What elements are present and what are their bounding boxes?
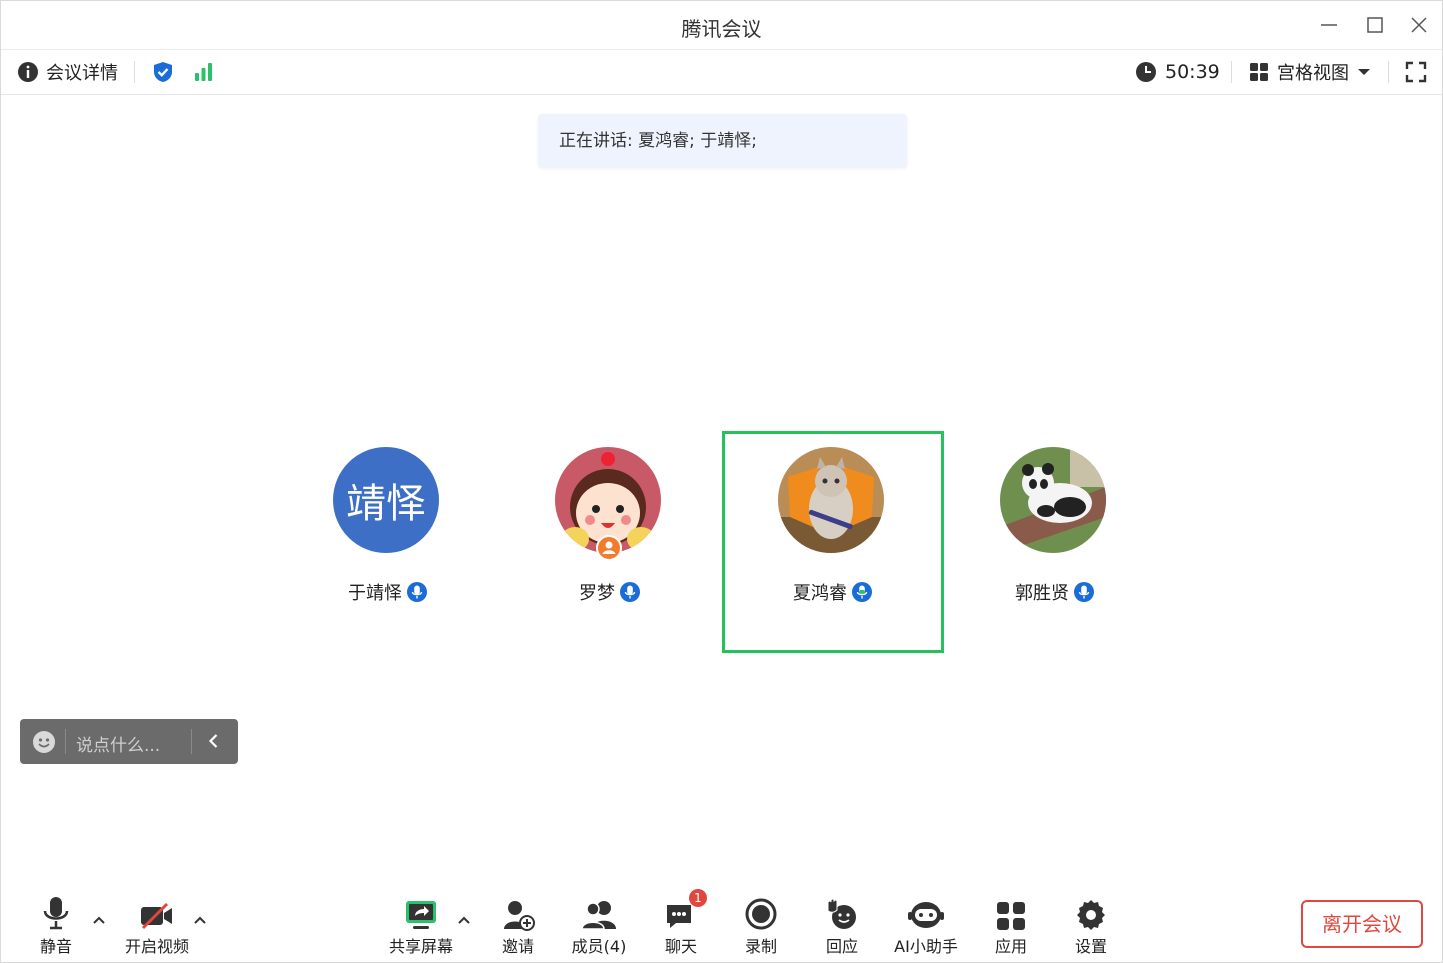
reactions-label: 回应 xyxy=(825,937,858,956)
cat-avatar-icon xyxy=(778,447,884,553)
info-bar: 会议详情 50:39 宫格视图 xyxy=(1,50,1442,95)
emoji-icon[interactable] xyxy=(32,730,56,754)
minimize-icon[interactable] xyxy=(1317,13,1341,37)
collapse-chevron-icon[interactable] xyxy=(205,732,223,750)
divider xyxy=(191,729,192,754)
share-screen-button[interactable]: 共享屏幕 xyxy=(383,891,459,957)
caret-down-icon xyxy=(1358,69,1370,75)
participant-tile[interactable]: 罗梦 xyxy=(499,431,721,653)
ai-assistant-button[interactable]: AI小助手 xyxy=(889,891,963,957)
apps-button[interactable]: 应用 xyxy=(989,891,1033,957)
avatar-initials: 靖怿 xyxy=(346,481,426,527)
participant-name-row: 罗梦 xyxy=(499,579,721,605)
share-screen-icon xyxy=(406,901,436,929)
members-icon xyxy=(581,901,616,930)
microphone-icon xyxy=(1074,582,1094,602)
security-status[interactable] xyxy=(151,50,175,94)
apps-label: 应用 xyxy=(994,937,1027,956)
gear-icon xyxy=(1077,900,1105,930)
meeting-details-button[interactable]: 会议详情 xyxy=(17,50,118,94)
quick-chat-bar[interactable]: 说点什么... xyxy=(20,719,238,764)
mute-label: 静音 xyxy=(39,937,72,956)
participant-tile[interactable]: 靖怿 于靖怿 xyxy=(277,431,499,653)
participant-tile[interactable]: 郭胜贤 xyxy=(944,431,1166,653)
chat-input[interactable]: 说点什么... xyxy=(76,731,160,756)
fullscreen-button[interactable] xyxy=(1405,50,1427,94)
microphone-icon xyxy=(43,897,69,930)
chevron-up-icon[interactable] xyxy=(457,915,471,925)
members-label: 成员(4) xyxy=(571,937,627,956)
grid-view-icon xyxy=(1250,63,1268,81)
record-icon xyxy=(745,898,777,930)
avatar xyxy=(1000,447,1106,553)
chat-button[interactable]: 聊天 1 xyxy=(659,889,707,957)
participant-name: 于靖怿 xyxy=(348,583,402,604)
participant-name-row: 夏鸿睿 xyxy=(725,579,941,605)
clock-icon xyxy=(1136,62,1156,82)
chevron-up-icon[interactable] xyxy=(92,915,106,925)
avatar: 靖怿 xyxy=(333,447,439,553)
chevron-up-icon[interactable] xyxy=(193,915,207,925)
avatar xyxy=(778,447,884,553)
meeting-details-label: 会议详情 xyxy=(46,63,118,84)
ai-assistant-label: AI小助手 xyxy=(894,937,958,956)
reaction-hand-icon xyxy=(827,898,856,929)
divider xyxy=(65,729,66,754)
speaking-banner: 正在讲话: 夏鸿睿; 于靖怿; xyxy=(538,114,907,168)
close-icon[interactable] xyxy=(1407,13,1431,37)
participant-name: 夏鸿睿 xyxy=(793,583,847,604)
maximize-icon[interactable] xyxy=(1363,13,1387,37)
video-button[interactable]: 开启视频 xyxy=(119,891,195,957)
ai-assistant-icon xyxy=(908,902,944,928)
info-icon xyxy=(18,62,38,82)
network-status[interactable] xyxy=(193,50,215,94)
add-user-icon xyxy=(504,901,535,931)
title-bar: 腾讯会议 xyxy=(1,1,1442,50)
members-button[interactable]: 成员(4) xyxy=(567,891,631,957)
panda-avatar-icon xyxy=(1000,447,1106,553)
meeting-window: 腾讯会议 会议详情 50:39 宫格视图 正在讲话: 夏鸿睿; 于靖怿; 靖怿 … xyxy=(0,0,1443,963)
participant-tile-active-speaker[interactable]: 夏鸿睿 xyxy=(722,431,944,653)
participant-name-row: 于靖怿 xyxy=(277,579,499,605)
invite-label: 邀请 xyxy=(501,937,534,956)
share-screen-label: 共享屏幕 xyxy=(388,937,453,956)
settings-label: 设置 xyxy=(1074,937,1107,956)
reactions-button[interactable]: 回应 xyxy=(820,891,864,957)
mute-button[interactable]: 静音 xyxy=(31,891,81,957)
chat-label: 聊天 xyxy=(664,937,697,956)
record-label: 录制 xyxy=(744,937,777,956)
divider xyxy=(1231,61,1232,83)
participant-name: 郭胜贤 xyxy=(1015,583,1069,604)
shield-check-icon xyxy=(154,62,172,82)
invite-button[interactable]: 邀请 xyxy=(495,891,541,957)
microphone-icon xyxy=(407,582,427,602)
timer-value: 50:39 xyxy=(1165,61,1220,83)
host-badge-icon xyxy=(596,535,622,561)
fullscreen-icon xyxy=(1405,61,1427,83)
view-mode-label: 宫格视图 xyxy=(1277,63,1349,84)
app-title: 腾讯会议 xyxy=(681,17,762,41)
video-label: 开启视频 xyxy=(124,937,189,956)
participant-name: 罗梦 xyxy=(579,583,615,604)
apps-icon xyxy=(997,902,1025,930)
settings-button[interactable]: 设置 xyxy=(1069,891,1113,957)
view-mode-dropdown[interactable]: 宫格视图 xyxy=(1249,50,1371,94)
participant-name-row: 郭胜贤 xyxy=(944,579,1166,605)
leave-meeting-button[interactable]: 离开会议 xyxy=(1301,900,1423,948)
divider xyxy=(1388,61,1389,83)
meeting-timer: 50:39 xyxy=(1135,50,1220,94)
microphone-icon xyxy=(620,582,640,602)
microphone-speaking-icon xyxy=(852,582,872,602)
divider xyxy=(134,61,135,83)
record-button[interactable]: 录制 xyxy=(739,891,783,957)
unread-badge: 1 xyxy=(689,889,707,907)
signal-icon xyxy=(195,63,212,81)
video-off-icon xyxy=(141,902,172,930)
